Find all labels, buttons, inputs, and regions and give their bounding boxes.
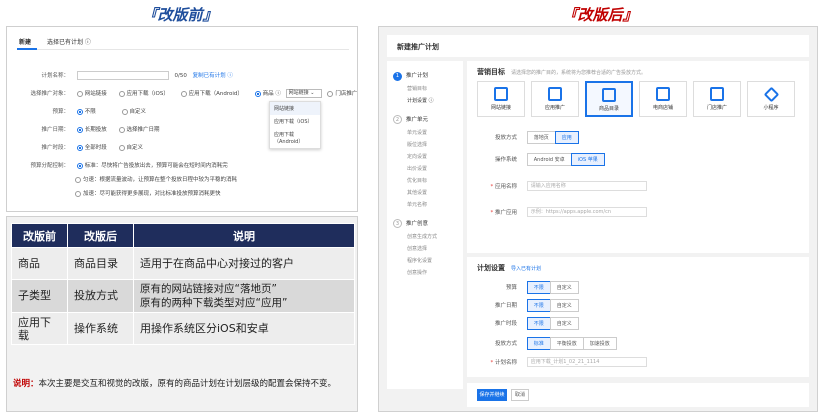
dropdown-item[interactable]: 应用下载（Android） [270, 128, 320, 148]
tab-select-existing[interactable]: 选择已有计划 ⓘ [47, 39, 91, 46]
miniprogram-icon [763, 86, 779, 103]
delivery-row: 投放方式 落地页 应用 [477, 131, 579, 144]
before-screenshot: 新建 选择已有计划 ⓘ 计划名称： 0/50 复制已有计划 ⓘ 选择推广对象： … [6, 26, 358, 212]
os-android[interactable]: Android 安卓 [526, 153, 572, 166]
radio-icon [76, 162, 83, 169]
radio-icon [76, 126, 83, 133]
step-sidebar: 1 推广计划 营销目标 计划设置 ⓘ 2 推广单元 单元设置 版位选择 定向设置 出… [387, 61, 463, 389]
radio-icon [118, 126, 125, 133]
radio-icon [121, 108, 128, 115]
website-icon [494, 87, 508, 101]
radio-icon [76, 144, 83, 151]
plan-name-row: * 计划名称 应用下载_计划1_02_21_1114 [477, 357, 647, 367]
alloc-option[interactable]: 匀速：根据流量波动，让预算在整个投放日程中较为平稳的消耗 [75, 175, 237, 183]
plan-name-row: 计划名称： 0/50 复制已有计划 ⓘ [41, 71, 233, 80]
goal-catalog[interactable]: 商品目录 [585, 81, 633, 117]
goal-shop[interactable]: 电商店铺 [639, 81, 687, 117]
after-title: 『改版后』 [562, 6, 638, 24]
header-desc: 说明 [133, 223, 355, 248]
subtype-dropdown: 网站链接 应用下载（iOS） 应用下载（Android） [269, 101, 321, 149]
subtype-select[interactable]: 网站链接 ⌄ [285, 89, 322, 98]
app-icon [548, 87, 562, 101]
cancel-button[interactable]: 取消 [511, 389, 529, 401]
goal-card: 营销目标 请选择您的推广目的，系统将为您推荐合适的广告投放方式。 网站链接 应用推… [467, 61, 809, 253]
radio-icon [76, 108, 83, 115]
tab-new[interactable]: 新建 [19, 39, 31, 46]
app-url-row: * 推广应用 示例：https://apps.apple.com/cn [477, 207, 647, 217]
step-1[interactable]: 1 推广计划 [393, 71, 428, 81]
header-before: 改版前 [11, 223, 68, 248]
footer-actions: 保存并继续 取消 [467, 383, 809, 407]
object-row: 选择推广对象： 网站链接 应用下载（iOS） 应用下载（Android） 商品 … [30, 89, 358, 98]
os-ios[interactable]: iOS 苹果 [570, 153, 605, 166]
alloc-row: 预算分配控制： 标准：尽快将广告投放出去，预算可能会在短时间内消耗完 [30, 162, 228, 169]
store-icon [656, 87, 670, 101]
plan-name-input[interactable]: 应用下载_计划1_02_21_1114 [526, 357, 647, 367]
goal-title: 营销目标 请选择您的推广目的，系统将为您推荐合适的广告投放方式。 [477, 68, 647, 76]
page-title: 新建推广计划 [387, 35, 809, 57]
plan-name-input[interactable] [76, 71, 169, 80]
plan-date-row: 推广日期 不限 自定义 [477, 299, 579, 312]
radio-icon [180, 90, 187, 97]
date-row: 推广日期： 长期投放 选择推广日期 [41, 126, 160, 133]
table-row: 商品 商品目录 适用于在商品中心对接过的客户 [11, 247, 355, 280]
before-tabs: 新建 选择已有计划 ⓘ [19, 37, 105, 46]
shopping-bag-icon [602, 88, 616, 102]
radio-icon [76, 90, 83, 97]
plan-card: 计划设置 导入已有计划 预算 不限 自定义 推广日期 不限 自定义 推广时段 不限 自定… [467, 257, 809, 377]
delivery-app[interactable]: 应用 [554, 131, 579, 144]
radio-icon [254, 90, 261, 97]
table-row: 应用下载 操作系统 用操作系统区分iOS和安卓 [11, 312, 355, 345]
plan-budget-row: 预算 不限 自定义 [477, 281, 579, 294]
app-name-row: * 应用名称 请输入应用名称 [477, 181, 647, 191]
app-name-input[interactable]: 请输入应用名称 [526, 181, 647, 191]
goal-miniprogram[interactable]: 小程序 [747, 81, 795, 117]
dropdown-item[interactable]: 应用下载（iOS） [270, 115, 320, 128]
time-row: 推广时段： 全部时段 自定义 [41, 144, 144, 151]
budget-row: 预算： 不限 自定义 [52, 108, 147, 115]
after-screenshot: 新建推广计划 1 推广计划 营销目标 计划设置 ⓘ 2 推广单元 单元设置 版位选择… [378, 26, 818, 412]
radio-icon [327, 90, 334, 97]
step-3[interactable]: 3 推广创意 [393, 219, 428, 228]
radio-icon [75, 190, 81, 197]
note: 说明：本次主要是交互和视觉的改版，原有的商品计划在计划层级的配置会保持不变。 [13, 379, 337, 389]
plan-pace-row: 投放方式 标准 平衡投放 加速投放 [477, 337, 617, 350]
os-row: 操作系统 Android 安卓 iOS 苹果 [477, 153, 605, 166]
copy-plan-link[interactable]: 复制已有计划 ⓘ [193, 73, 233, 79]
dropdown-item[interactable]: 网站链接 [270, 102, 320, 115]
goal-app[interactable]: 应用推广 [531, 81, 579, 117]
goal-store[interactable]: 门店推广 [693, 81, 741, 117]
shop-front-icon [710, 87, 724, 101]
goal-website[interactable]: 网站链接 [477, 81, 525, 117]
radio-icon [75, 176, 81, 183]
radio-icon [118, 144, 125, 151]
step-2[interactable]: 2 推广单元 [393, 115, 428, 124]
comparison-table: 改版前 改版后 说明 商品 商品目录 适用于在商品中心对接过的客户 子类型 投放… [11, 223, 355, 345]
delivery-landing[interactable]: 落地页 [526, 131, 556, 144]
plan-time-row: 推广时段 不限 自定义 [477, 317, 579, 330]
header-after: 改版后 [67, 223, 134, 248]
radio-icon [118, 90, 125, 97]
plan-title: 计划设置 导入已有计划 [477, 264, 542, 272]
import-plan-link[interactable]: 导入已有计划 [511, 266, 541, 272]
save-continue-button[interactable]: 保存并继续 [477, 389, 507, 401]
tab-divider [17, 49, 349, 50]
table-row: 子类型 投放方式 原有的网站链接对应“落地页” 原有的两种下载类型对应“应用” [11, 279, 355, 313]
before-title: 『改版前』 [142, 6, 218, 24]
alloc-option[interactable]: 加速：尽可能获得更多展现，对比标准投放预算消耗更快 [75, 189, 221, 197]
comparison-box: 改版前 改版后 说明 商品 商品目录 适用于在商品中心对接过的客户 子类型 投放… [6, 216, 358, 412]
tab-indicator [17, 48, 37, 50]
app-url-input[interactable]: 示例：https://apps.apple.com/cn [526, 207, 647, 217]
